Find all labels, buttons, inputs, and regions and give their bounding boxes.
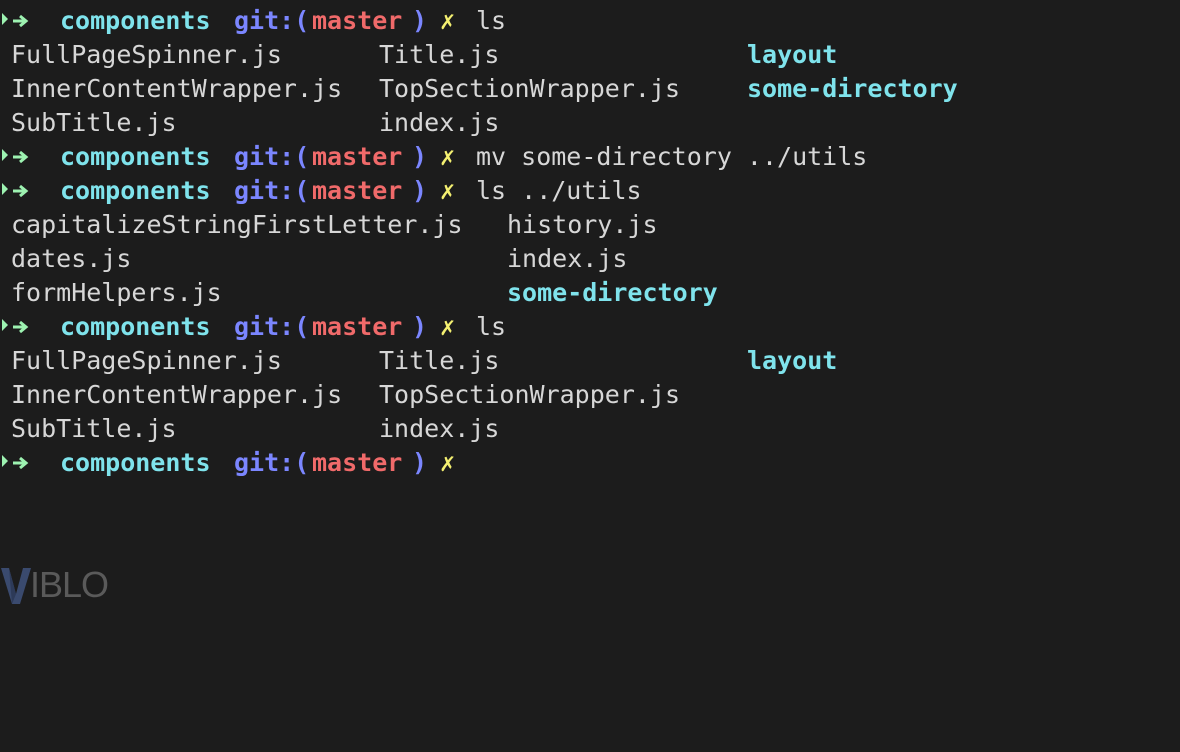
prompt-arrow-icon [2, 149, 29, 164]
viblo-v-logo-icon [1, 568, 31, 604]
prompt-dirty-marker: ✗ [440, 142, 456, 171]
prompt-git-label: git:( [234, 448, 310, 477]
prompt-dirty-marker: ✗ [440, 448, 456, 477]
output-line: capitalizeStringFirstLetter.js history.j… [0, 208, 658, 242]
prompt-branch: master [312, 176, 403, 205]
file-entry: SubTitle.js [11, 108, 177, 137]
watermark-text: IBLO [30, 564, 109, 605]
output-line: SubTitle.js index.js [0, 106, 499, 140]
prompt-git-label: git:( [234, 142, 310, 171]
active-prompt-line[interactable]: components git:( master ) ✗ [0, 446, 455, 480]
file-entry: Title.js [379, 40, 500, 69]
prompt-git-close: ) [412, 448, 428, 477]
command-text: mv some-directory ../utils [476, 142, 868, 171]
directory-entry: some-directory [507, 278, 718, 307]
prompt-branch: master [312, 312, 403, 341]
command-text: ls [476, 312, 507, 341]
file-entry: FullPageSpinner.js [11, 346, 282, 375]
prompt-line: components git:( master ) ✗ ls ../utils [0, 174, 642, 208]
output-line: formHelpers.js some-directory [0, 276, 718, 310]
prompt-dirty-marker: ✗ [440, 6, 456, 35]
directory-entry: layout [747, 346, 838, 375]
file-entry: dates.js [11, 244, 132, 273]
output-line: InnerContentWrapper.js TopSectionWrapper… [0, 378, 680, 412]
file-entry: Title.js [379, 346, 500, 375]
file-entry: index.js [507, 244, 628, 273]
output-line: dates.js index.js [0, 242, 627, 276]
output-line: FullPageSpinner.js Title.js layout [0, 38, 837, 72]
prompt-git-close: ) [412, 176, 428, 205]
prompt-branch: master [312, 6, 403, 35]
prompt-git-close: ) [412, 142, 428, 171]
output-line: SubTitle.js index.js [0, 412, 499, 446]
prompt-directory: components [60, 176, 211, 205]
prompt-arrow-icon [2, 455, 29, 470]
terminal-window[interactable]: components git:( master ) ✗ ls FullPageS… [0, 0, 1180, 608]
prompt-git-label: git:( [234, 6, 310, 35]
prompt-git-close: ) [412, 6, 428, 35]
prompt-arrow-icon [2, 319, 29, 334]
prompt-directory: components [60, 6, 211, 35]
prompt-line: components git:( master ) ✗ ls [0, 310, 506, 344]
prompt-dirty-marker: ✗ [440, 176, 456, 205]
file-entry: index.js [379, 108, 500, 137]
prompt-git-close: ) [412, 312, 428, 341]
prompt-arrow-icon [2, 13, 29, 28]
file-entry: capitalizeStringFirstLetter.js [11, 210, 463, 239]
command-text: ls ../utils [476, 176, 642, 205]
prompt-directory: components [60, 448, 211, 477]
prompt-arrow-icon [2, 183, 29, 198]
file-entry: index.js [379, 414, 500, 443]
file-entry: formHelpers.js [11, 278, 222, 307]
file-entry: FullPageSpinner.js [11, 40, 282, 69]
output-line: FullPageSpinner.js Title.js layout [0, 344, 837, 378]
prompt-dirty-marker: ✗ [440, 312, 456, 341]
file-entry: history.js [507, 210, 658, 239]
prompt-directory: components [60, 312, 211, 341]
prompt-branch: master [312, 142, 403, 171]
directory-entry: layout [747, 40, 838, 69]
prompt-git-label: git:( [234, 176, 310, 205]
prompt-git-label: git:( [234, 312, 310, 341]
prompt-directory: components [60, 142, 211, 171]
command-text: ls [476, 6, 507, 35]
file-entry: SubTitle.js [11, 414, 177, 443]
prompt-line: components git:( master ) ✗ ls [0, 4, 506, 38]
file-entry: InnerContentWrapper.js [11, 74, 343, 103]
file-entry: TopSectionWrapper.js [379, 380, 681, 409]
prompt-branch: master [312, 448, 403, 477]
directory-entry: some-directory [747, 74, 958, 103]
prompt-line: components git:( master ) ✗ mv some-dire… [0, 140, 867, 174]
file-entry: InnerContentWrapper.js [11, 380, 343, 409]
viblo-watermark: IBLO [0, 562, 130, 608]
file-entry: TopSectionWrapper.js [379, 74, 681, 103]
output-line: InnerContentWrapper.js TopSectionWrapper… [0, 72, 958, 106]
